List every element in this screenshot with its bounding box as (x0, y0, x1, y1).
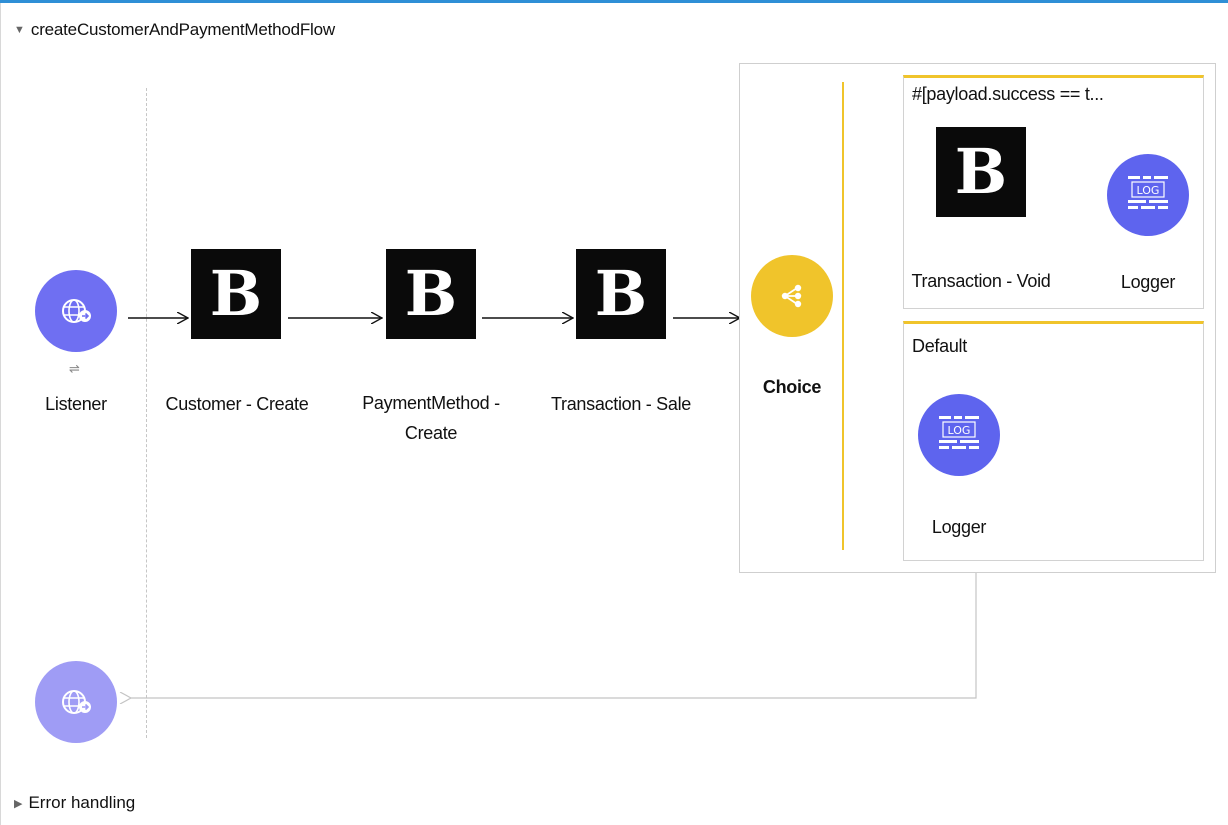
choice-routes-line (842, 82, 844, 550)
choice-node[interactable] (751, 255, 833, 337)
logger-label: Logger (931, 517, 987, 537)
bidirectional-arrows-icon: ⇌ (69, 361, 80, 376)
response-node[interactable] (35, 661, 117, 743)
braintree-b-icon: B (209, 257, 263, 330)
transaction-sale-label: Transaction - Sale (551, 394, 691, 414)
choice-router-icon (781, 284, 802, 308)
logger-icon: LOG (1128, 176, 1168, 209)
braintree-b-icon: B (404, 257, 458, 330)
expand-triangle-icon[interactable]: ▶ (14, 797, 22, 810)
http-globe-icon (62, 690, 91, 714)
customer-create-label: Customer - Create (165, 394, 309, 414)
error-handling-title: Error handling (28, 793, 136, 812)
route-default-title: Default (912, 336, 967, 356)
transaction-sale-node[interactable]: B (576, 249, 666, 339)
customer-create-node[interactable]: B (191, 249, 281, 339)
svg-text:LOG: LOG (1137, 184, 1160, 197)
transaction-void-label: Transaction - Void (911, 271, 1051, 291)
logger-node[interactable]: LOG (918, 394, 1000, 476)
logger-label: Logger (1120, 272, 1176, 292)
choice-label: Choice (762, 377, 822, 397)
svg-text:LOG: LOG (948, 424, 971, 437)
transaction-void-node[interactable]: B (936, 127, 1026, 217)
logger-icon: LOG (939, 416, 979, 449)
listener-node[interactable] (35, 270, 117, 352)
error-handling-header[interactable]: ▶ Error handling (14, 793, 135, 813)
http-globe-icon (62, 299, 91, 323)
listener-label: Listener (45, 394, 107, 414)
braintree-b-icon: B (594, 257, 648, 330)
logger-node[interactable]: LOG (1107, 154, 1189, 236)
paymentmethod-create-label: PaymentMethod - Create (362, 393, 500, 443)
braintree-b-icon: B (954, 135, 1008, 208)
route-when-title: #[payload.success == t... (912, 84, 1104, 104)
edge-return-to-source (130, 571, 977, 698)
paymentmethod-create-node[interactable]: B (386, 249, 476, 339)
